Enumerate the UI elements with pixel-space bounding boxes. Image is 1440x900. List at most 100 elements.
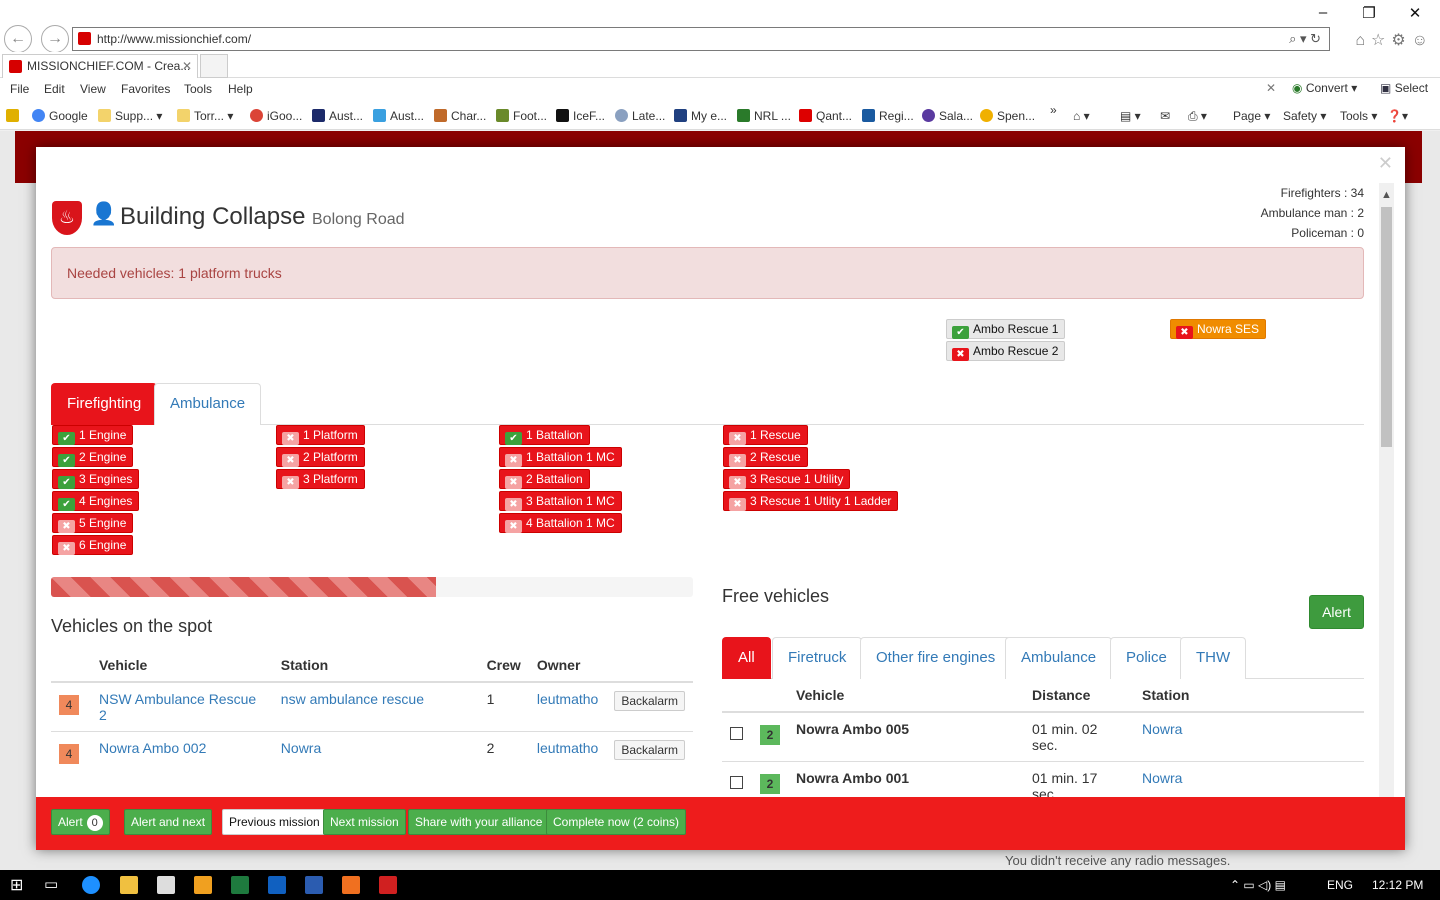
free-vehicles-title: Free vehicles (722, 586, 830, 606)
fav-late[interactable]: Late... (615, 109, 665, 123)
word-icon[interactable] (305, 876, 323, 894)
tab-all[interactable]: All (722, 637, 771, 679)
requirement-badge: ✖ 2 Rescue (723, 447, 808, 467)
close-toolbar-icon[interactable]: ✕ (1266, 81, 1276, 95)
fav-sala[interactable]: Sala... (922, 109, 973, 123)
tab-close-icon[interactable]: ✕ (182, 55, 192, 77)
on-spot-table: Vehicle Station Crew Owner 4 NSW Ambulan… (51, 649, 693, 772)
vehicle-link[interactable]: Nowra Ambo 002 (99, 740, 206, 756)
progress-fill (51, 577, 437, 597)
fav-google[interactable]: Google (32, 109, 88, 123)
station-link[interactable]: Nowra (281, 740, 321, 756)
file-explorer-icon[interactable] (120, 876, 138, 894)
print-icon[interactable]: ⎙ ▾ (1188, 109, 1207, 124)
language-indicator[interactable]: ENG (1327, 878, 1353, 892)
free-station-link[interactable]: Nowra (1142, 721, 1182, 737)
backalarm-button[interactable]: Backalarm (614, 691, 685, 711)
alert-and-next-button[interactable]: Alert and next (124, 809, 213, 835)
check-icon: ✔ (505, 432, 522, 445)
menu-file[interactable]: File (10, 82, 29, 96)
tray-icons[interactable]: ⌃ ▭ ◁) ▤ (1230, 878, 1286, 892)
free-station-link[interactable]: Nowra (1142, 770, 1182, 786)
footer-alert-button[interactable]: Alert 0 (51, 809, 110, 835)
help-icon[interactable]: ❓▾ (1387, 109, 1408, 123)
fav-torr[interactable]: Torr... ▾ (177, 109, 233, 123)
fav-mye[interactable]: My e... (674, 109, 727, 123)
restore-icon[interactable]: ❐ (1354, 4, 1384, 22)
col-distance: Distance (1024, 679, 1134, 713)
vehicle-link[interactable]: NSW Ambulance Rescue 2 (99, 691, 256, 723)
acrobat-icon[interactable] (379, 876, 397, 894)
fav-aust-2[interactable]: Aust... (373, 109, 424, 123)
mail-icon[interactable]: ✉ (1160, 109, 1170, 123)
task-view-icon[interactable]: ▭ (44, 875, 58, 893)
search-refresh-icon[interactable]: ⌕ ▾ ↻ (1289, 28, 1321, 50)
scroll-up-icon[interactable]: ▲ (1381, 189, 1392, 201)
safety-menu[interactable]: Safety ▾ (1283, 109, 1326, 123)
requirement-label: 4 Engines (79, 494, 133, 508)
select-button[interactable]: ▣ Select (1380, 81, 1428, 95)
tab-free-ambulance[interactable]: Ambulance (1005, 637, 1113, 679)
convert-button[interactable]: ◉ Convert ▾ (1292, 81, 1357, 95)
scroll-thumb[interactable] (1381, 207, 1392, 447)
excel-icon[interactable] (231, 876, 249, 894)
outlook-icon[interactable] (268, 876, 286, 894)
tools-menu[interactable]: Tools ▾ (1340, 109, 1377, 123)
owner-link[interactable]: leutmatho (537, 740, 598, 756)
modal-scrollbar[interactable]: ▲ (1379, 183, 1394, 797)
vehicle-checkbox[interactable] (730, 776, 743, 789)
favorites-star-icon[interactable] (6, 109, 23, 123)
tab-other-fire-engines[interactable]: Other fire engines (860, 637, 1012, 679)
feeds-icon[interactable]: ▤ ▾ (1120, 109, 1141, 123)
browser-tab[interactable]: MISSIONCHIEF.COM - Crea... ✕ (2, 54, 198, 78)
store-icon[interactable] (157, 876, 175, 894)
home-star-gear-icons[interactable]: ⌂☆⚙☺ (1355, 30, 1434, 50)
start-icon[interactable]: ⊞ (10, 875, 23, 895)
station-link[interactable]: nsw ambulance rescue (281, 691, 424, 707)
tab-firefighting[interactable]: Firefighting (51, 383, 158, 425)
tab-thw[interactable]: THW (1180, 637, 1247, 679)
tab-police[interactable]: Police (1110, 637, 1183, 679)
page-menu[interactable]: Page ▾ (1233, 109, 1270, 123)
menu-edit[interactable]: Edit (44, 82, 65, 96)
fav-nrl[interactable]: NRL ... (737, 109, 791, 123)
backalarm-button[interactable]: Backalarm (614, 740, 685, 760)
minimize-icon[interactable]: – (1308, 4, 1338, 21)
fav-char[interactable]: Char... (434, 109, 486, 123)
fav-icef[interactable]: IceF... (556, 109, 605, 123)
tab-firetruck[interactable]: Firetruck (772, 637, 863, 679)
previous-mission-button[interactable]: Previous mission (222, 809, 327, 835)
menu-tools[interactable]: Tools (184, 82, 212, 96)
clock[interactable]: 12:12 PM (1372, 878, 1423, 892)
owner-link[interactable]: leutmatho (537, 691, 598, 707)
mail-app-icon[interactable] (342, 876, 360, 894)
share-alliance-button[interactable]: Share with your alliance (408, 809, 550, 835)
alert-button[interactable]: Alert (1309, 595, 1364, 629)
ie-icon[interactable] (82, 876, 100, 894)
close-window-icon[interactable]: ✕ (1400, 4, 1430, 22)
new-tab-button[interactable] (200, 54, 228, 78)
modal-close-icon[interactable]: ✕ (1378, 153, 1393, 174)
fav-igoo[interactable]: iGoo... (250, 109, 302, 123)
forward-icon[interactable]: → (41, 25, 69, 53)
tab-ambulance[interactable]: Ambulance (154, 383, 262, 425)
menu-help[interactable]: Help (228, 82, 253, 96)
on-spot-title: Vehicles on the spot (51, 616, 213, 636)
complete-now-button[interactable]: Complete now (2 coins) (546, 809, 687, 835)
media-icon[interactable] (194, 876, 212, 894)
address-bar[interactable]: http://www.missionchief.com/ ⌕ ▾ ↻ (72, 27, 1330, 51)
menu-favorites[interactable]: Favorites (121, 82, 170, 96)
next-mission-button[interactable]: Next mission (323, 809, 406, 835)
fav-supp[interactable]: Supp... ▾ (98, 109, 162, 123)
fav-spen[interactable]: Spen... (980, 109, 1035, 123)
fav-qant[interactable]: Qant... (799, 109, 852, 123)
fav-regi[interactable]: Regi... (862, 109, 914, 123)
fav-foot[interactable]: Foot... (496, 109, 547, 123)
fav-aust-1[interactable]: Aust... (312, 109, 363, 123)
back-icon[interactable]: ← (4, 25, 32, 53)
menu-view[interactable]: View (80, 82, 106, 96)
vehicle-checkbox[interactable] (730, 727, 743, 740)
more-favorites-icon[interactable]: » (1050, 103, 1057, 117)
home-icon[interactable]: ⌂ ▾ (1073, 109, 1090, 123)
vehicle-status: 4 (59, 695, 79, 715)
